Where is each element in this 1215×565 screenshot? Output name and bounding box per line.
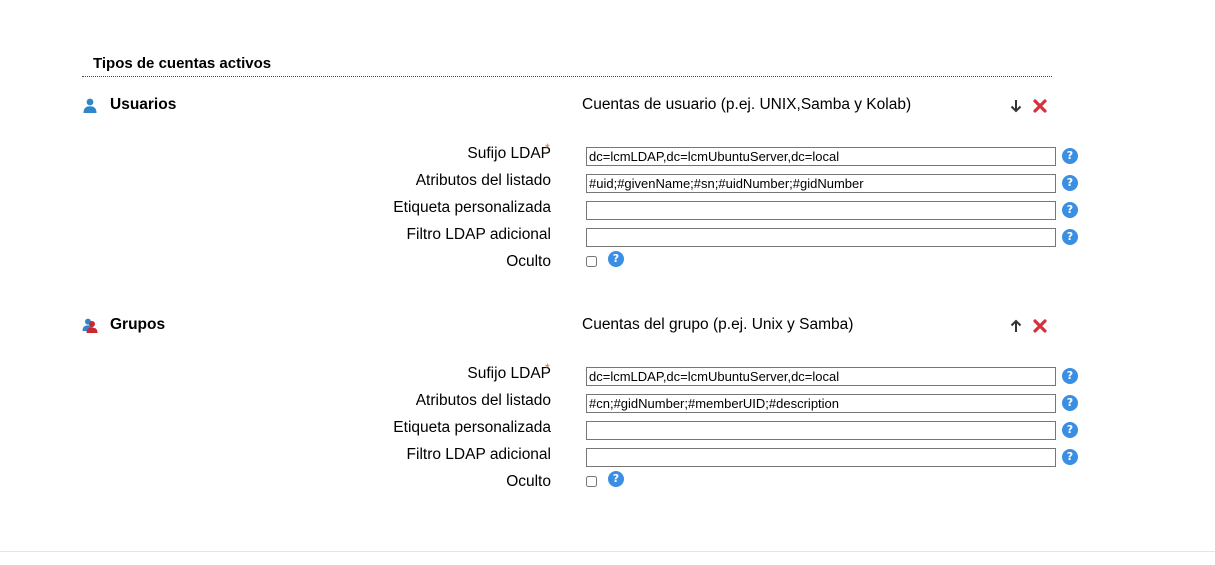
move-up-button[interactable] bbox=[1008, 318, 1024, 334]
custom-label-row: Etiqueta personalizada ? bbox=[0, 419, 1215, 440]
additional-filter-label: Filtro LDAP adicional bbox=[406, 446, 551, 463]
ldap-suffix-row: Sufijo LDAP * ? bbox=[0, 141, 1215, 166]
account-type-name: Usuarios bbox=[110, 96, 177, 113]
group-icon bbox=[82, 317, 98, 333]
hidden-row: Oculto ? bbox=[0, 251, 1215, 273]
additional-filter-row: Filtro LDAP adicional ? bbox=[0, 446, 1215, 467]
section-divider bbox=[82, 76, 1052, 77]
hidden-label: Oculto bbox=[506, 473, 551, 490]
additional-filter-input[interactable] bbox=[586, 448, 1056, 467]
move-down-button[interactable] bbox=[1008, 98, 1024, 114]
required-mark: * bbox=[545, 141, 550, 155]
custom-label-label: Etiqueta personalizada bbox=[393, 199, 551, 216]
hidden-label: Oculto bbox=[506, 253, 551, 270]
help-icon[interactable]: ? bbox=[1062, 175, 1078, 191]
hidden-checkbox[interactable] bbox=[586, 256, 597, 267]
list-attributes-label: Atributos del listado bbox=[415, 172, 551, 189]
account-type-groups: Grupos Cuentas del grupo (p.ej. Unix y S… bbox=[0, 313, 1215, 513]
hidden-checkbox[interactable] bbox=[586, 476, 597, 487]
list-attributes-label: Atributos del listado bbox=[415, 392, 551, 409]
remove-account-type-button[interactable] bbox=[1032, 98, 1048, 114]
account-type-description: Cuentas de usuario (p.ej. UNIX,Samba y K… bbox=[582, 96, 912, 113]
list-attributes-row: Atributos del listado ? bbox=[0, 172, 1215, 193]
help-icon[interactable]: ? bbox=[1062, 202, 1078, 218]
list-attributes-input[interactable] bbox=[586, 394, 1056, 413]
help-icon[interactable]: ? bbox=[1062, 395, 1078, 411]
account-type-name: Grupos bbox=[110, 316, 166, 333]
list-attributes-input[interactable] bbox=[586, 174, 1056, 193]
additional-filter-input[interactable] bbox=[586, 228, 1056, 247]
required-mark: * bbox=[545, 361, 550, 375]
account-type-description: Cuentas del grupo (p.ej. Unix y Samba) bbox=[582, 316, 854, 333]
additional-filter-label: Filtro LDAP adicional bbox=[406, 226, 551, 243]
ldap-suffix-input[interactable] bbox=[586, 367, 1056, 386]
remove-account-type-button[interactable] bbox=[1032, 318, 1048, 334]
user-icon bbox=[82, 97, 98, 113]
custom-label-input[interactable] bbox=[586, 201, 1056, 220]
arrow-down-icon bbox=[1010, 100, 1022, 113]
ldap-suffix-label: Sufijo LDAP bbox=[467, 145, 551, 162]
section-title: Tipos de cuentas activos bbox=[93, 55, 272, 72]
account-type-users: Usuarios Cuentas de usuario (p.ej. UNIX,… bbox=[0, 93, 1215, 293]
custom-label-row: Etiqueta personalizada ? bbox=[0, 199, 1215, 220]
custom-label-input[interactable] bbox=[586, 421, 1056, 440]
help-icon[interactable]: ? bbox=[1062, 229, 1078, 245]
close-icon bbox=[1033, 319, 1047, 333]
footer-divider bbox=[0, 551, 1215, 552]
help-icon[interactable]: ? bbox=[1062, 368, 1078, 384]
help-icon[interactable]: ? bbox=[1062, 449, 1078, 465]
ldap-suffix-row: Sufijo LDAP * ? bbox=[0, 361, 1215, 386]
list-attributes-row: Atributos del listado ? bbox=[0, 392, 1215, 413]
help-icon[interactable]: ? bbox=[1062, 148, 1078, 164]
ldap-suffix-label: Sufijo LDAP bbox=[467, 365, 551, 382]
ldap-suffix-input[interactable] bbox=[586, 147, 1056, 166]
custom-label-label: Etiqueta personalizada bbox=[393, 419, 551, 436]
help-icon[interactable]: ? bbox=[1062, 422, 1078, 438]
arrow-up-icon bbox=[1010, 319, 1022, 332]
additional-filter-row: Filtro LDAP adicional ? bbox=[0, 226, 1215, 247]
help-icon[interactable]: ? bbox=[608, 471, 624, 487]
hidden-row: Oculto ? bbox=[0, 471, 1215, 493]
close-icon bbox=[1033, 99, 1047, 113]
help-icon[interactable]: ? bbox=[608, 251, 624, 267]
